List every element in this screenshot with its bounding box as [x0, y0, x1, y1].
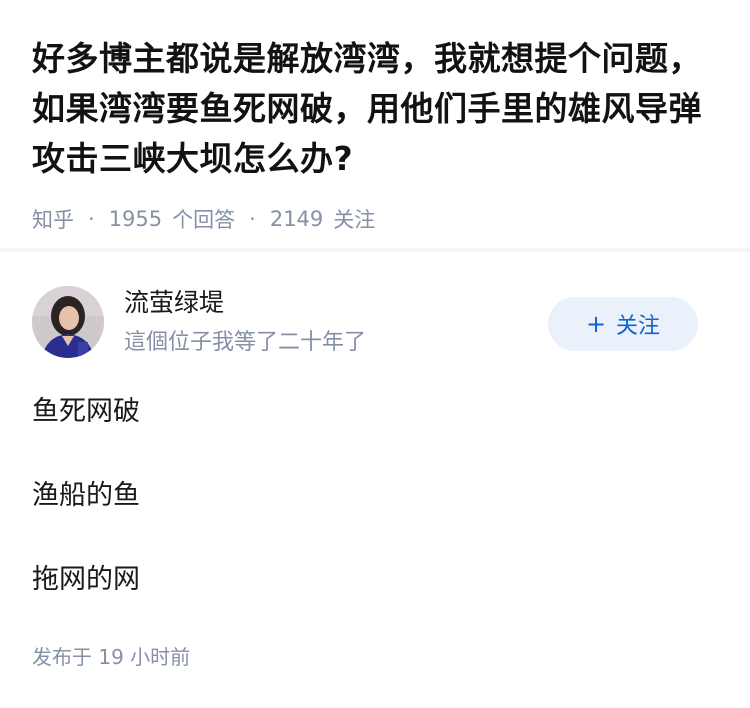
author-card: 流萤绿堤 這個位子我等了二十年了 + 关注 [32, 286, 718, 358]
answer-paragraph: 拖网的网 [32, 564, 140, 595]
answer-count: 1955 [108, 207, 163, 231]
plus-icon: + [585, 310, 607, 338]
author-bio: 這個位子我等了二十年了 [124, 330, 367, 355]
follower-count: 2149 [269, 207, 324, 231]
answer-paragraph: 鱼死网破 [32, 396, 140, 427]
follow-button-label: 关注 [616, 314, 661, 339]
avatar-photo-icon [32, 286, 104, 358]
separator-dot: · [249, 207, 256, 231]
publish-time: 发布于 19 小时前 [32, 642, 190, 672]
separator-dot: · [88, 207, 95, 231]
source-label[interactable]: 知乎 [32, 204, 74, 234]
question-meta: 知乎 · 1955 个回答 · 2149 关注 [32, 204, 722, 234]
author-avatar[interactable] [32, 286, 104, 358]
answer-paragraph: 渔船的鱼 [32, 480, 140, 511]
question-header: 好多博主都说是解放湾湾，我就想提个问题，如果湾湾要鱼死网破，用他们手里的雄风导弹… [32, 34, 722, 234]
answer-page: 好多博主都说是解放湾湾，我就想提个问题，如果湾湾要鱼死网破，用他们手里的雄风导弹… [0, 0, 750, 708]
question-title[interactable]: 好多博主都说是解放湾湾，我就想提个问题，如果湾湾要鱼死网破，用他们手里的雄风导弹… [32, 34, 722, 184]
publish-label: 发布于 [32, 645, 92, 669]
follower-count-label: 关注 [333, 208, 376, 232]
answer-count-label[interactable]: 个回答 [172, 204, 235, 234]
section-divider [0, 248, 750, 252]
follow-button[interactable]: + 关注 [548, 297, 698, 351]
publish-value: 19 小时前 [98, 645, 191, 669]
author-name[interactable]: 流萤绿堤 [124, 286, 224, 320]
